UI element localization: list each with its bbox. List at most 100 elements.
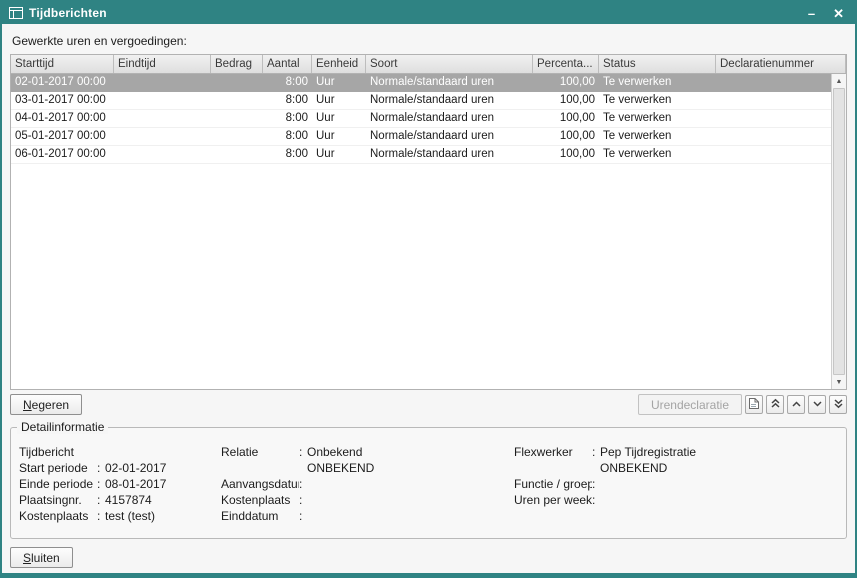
detail-label: Einde periode [19,476,97,492]
detail-value: 4157874 [105,492,152,508]
cell-soort: Normale/standaard uren [366,128,533,145]
cell-status: Te verwerken [599,146,716,163]
detail-row: Start periode:02-01-2017 [19,460,221,476]
table-body-rows: 02-01-2017 00:008:00UurNormale/standaard… [11,74,831,389]
titlebar: Tijdberichten – ✕ [2,2,855,24]
column-header-bedrag[interactable]: Bedrag [211,55,263,73]
detail-value: 08-01-2017 [105,476,166,492]
detail-row: Kostenplaats:test (test) [19,508,221,524]
scroll-up-button[interactable] [787,395,805,414]
cell-status: Te verwerken [599,110,716,127]
cell-eindtijd [114,92,211,109]
cell-percentage: 100,00 [533,110,599,127]
detail-row: Relatie:Onbekend [221,444,514,460]
sluiten-button[interactable]: Sluiten [10,547,73,568]
detail-value: ONBEKEND [600,460,667,476]
column-header-declaratienummer[interactable]: Declaratienummer [716,55,846,73]
detail-label: Tijdbericht [19,444,97,460]
detail-colon [592,460,600,476]
detail-colon: : [299,492,307,508]
scroll-down-button[interactable] [808,395,826,414]
vertical-scrollbar[interactable]: ▲ ▼ [831,74,846,389]
cell-declaratienummer [716,128,831,145]
chevron-down-icon [812,397,823,412]
detail-group-title: Detailinformatie [17,420,108,434]
negeren-button-label: Negeren [23,398,69,412]
open-in-new-button[interactable] [745,395,763,414]
detail-colon: : [592,444,600,460]
footer: Sluiten [10,539,847,568]
minimize-button[interactable]: – [806,7,817,20]
detail-row: ONBEKEND [221,460,514,476]
double-chevron-up-icon [770,397,781,412]
detail-colon: : [592,492,600,508]
column-header-percentage[interactable]: Percenta... [533,55,599,73]
table-row[interactable]: 05-01-2017 00:008:00UurNormale/standaard… [11,128,831,146]
cell-eindtijd [114,110,211,127]
scroll-to-bottom-button[interactable] [829,395,847,414]
table-row[interactable]: 06-01-2017 00:008:00UurNormale/standaard… [11,146,831,164]
detail-label: Aanvangsdatum [221,476,299,492]
detail-column: Relatie:OnbekendONBEKENDAanvangsdatum:Ko… [221,444,514,524]
cell-eindtijd [114,74,211,91]
detail-column: Flexwerker:Pep TijdregistratieONBEKEND Fu… [514,444,838,524]
cell-starttijd: 02-01-2017 00:00 [11,74,114,91]
detail-groupbox: Detailinformatie TijdberichtStart period… [10,427,847,539]
cell-soort: Normale/standaard uren [366,110,533,127]
action-row: Negeren Urendeclaratie [10,394,847,415]
detail-label: Functie / groep [514,476,592,492]
detail-row: Einde periode:08-01-2017 [19,476,221,492]
detail-row: Flexwerker:Pep Tijdregistratie [514,444,838,460]
cell-percentage: 100,00 [533,128,599,145]
cell-starttijd: 03-01-2017 00:00 [11,92,114,109]
detail-label: Kostenplaats [19,508,97,524]
detail-colon: : [592,476,600,492]
column-header-soort[interactable]: Soort [366,55,533,73]
detail-colon: : [97,460,105,476]
cell-eenheid: Uur [312,146,366,163]
detail-colon: : [299,476,307,492]
column-header-aantal[interactable]: Aantal [263,55,312,73]
detail-label [221,460,299,476]
cell-bedrag [211,128,263,145]
cell-bedrag [211,110,263,127]
detail-row: Aanvangsdatum: [221,476,514,492]
detail-label [514,460,592,476]
cell-soort: Normale/standaard uren [366,92,533,109]
cell-soort: Normale/standaard uren [366,74,533,91]
scroll-down-icon[interactable]: ▼ [832,375,846,389]
cell-aantal: 8:00 [263,110,312,127]
cell-bedrag [211,74,263,91]
detail-colon [97,444,105,460]
urendeclaratie-button[interactable]: Urendeclaratie [638,394,742,415]
table-row[interactable]: 03-01-2017 00:008:00UurNormale/standaard… [11,92,831,110]
detail-colon: : [299,444,307,460]
cell-aantal: 8:00 [263,92,312,109]
cell-percentage: 100,00 [533,74,599,91]
urendeclaratie-button-label: Urendeclaratie [651,398,729,412]
tijdberichten-window: Tijdberichten – ✕ Gewerkte uren en vergo… [0,0,857,578]
column-header-eenheid[interactable]: Eenheid [312,55,366,73]
scroll-to-top-button[interactable] [766,395,784,414]
cell-starttijd: 04-01-2017 00:00 [11,110,114,127]
cell-aantal: 8:00 [263,146,312,163]
column-header-status[interactable]: Status [599,55,716,73]
window-icon [9,7,23,19]
column-header-eindtijd[interactable]: Eindtijd [114,55,211,73]
close-button[interactable]: ✕ [831,7,846,20]
detail-label: Kostenplaats [221,492,299,508]
cell-bedrag [211,92,263,109]
scroll-up-icon[interactable]: ▲ [832,74,846,88]
detail-value: Onbekend [307,444,362,460]
cell-declaratienummer [716,74,831,91]
table-header: StarttijdEindtijdBedragAantalEenheidSoor… [11,55,846,74]
column-header-starttijd[interactable]: Starttijd [11,55,114,73]
scrollbar-thumb[interactable] [833,88,845,375]
cell-eindtijd [114,146,211,163]
cell-percentage: 100,00 [533,92,599,109]
detail-value: ONBEKEND [307,460,374,476]
negeren-button[interactable]: Negeren [10,394,82,415]
table-row[interactable]: 04-01-2017 00:008:00UurNormale/standaard… [11,110,831,128]
cell-declaratienummer [716,146,831,163]
table-row[interactable]: 02-01-2017 00:008:00UurNormale/standaard… [11,74,831,92]
